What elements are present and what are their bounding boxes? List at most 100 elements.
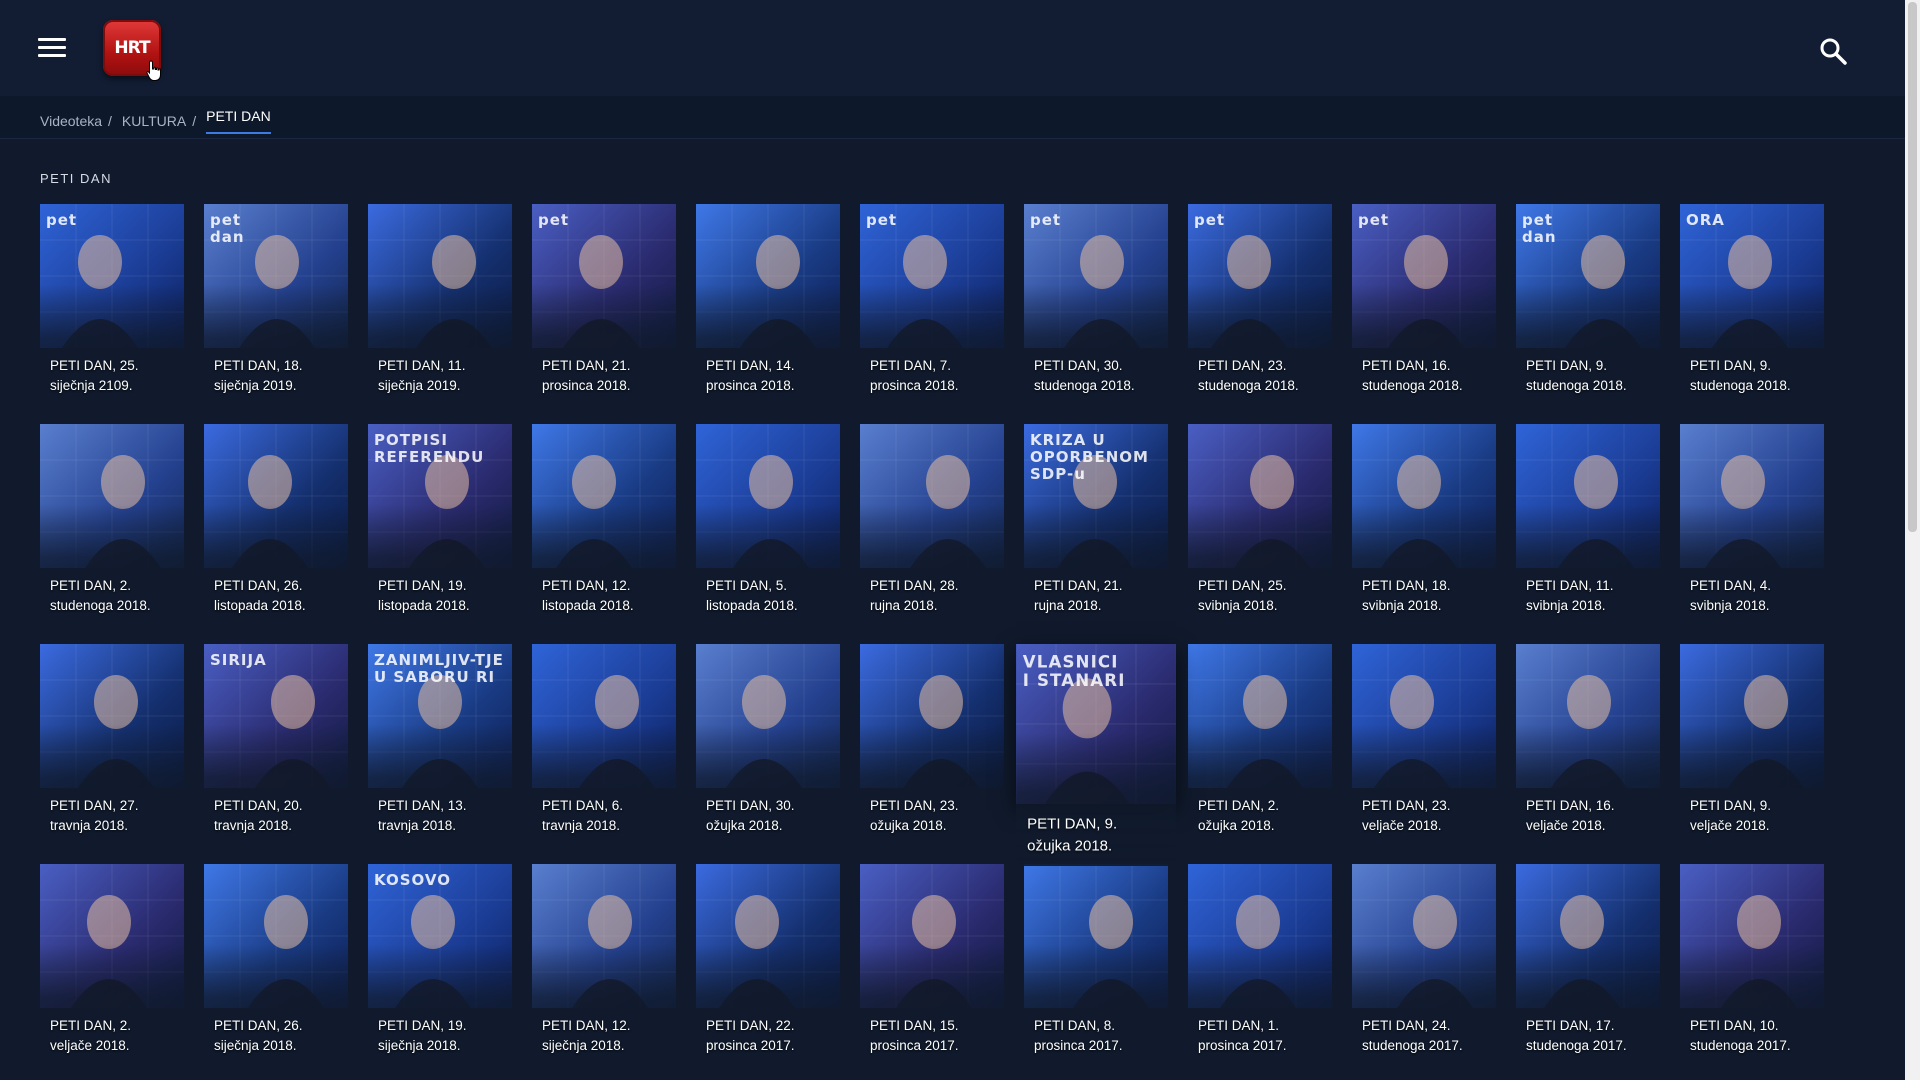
episode-title: PETI DAN, 25. siječnja 2109. [50, 356, 184, 396]
episode-title-line1: PETI DAN, 30. [706, 798, 795, 813]
episode-title: PETI DAN, 22. prosinca 2017. [706, 1016, 840, 1056]
episode-title-line1: PETI DAN, 2. [50, 578, 132, 593]
episode-card[interactable]: PETI DAN, 10. studenoga 2017. [1680, 864, 1824, 1064]
episode-card[interactable]: PETI DAN, 2. veljače 2018. [40, 864, 184, 1064]
episode-title: PETI DAN, 25. svibnja 2018. [1198, 576, 1332, 616]
episode-title-line2: travnja 2018. [214, 818, 293, 833]
episode-card[interactable]: PETI DAN, 14. prosinca 2018. [696, 204, 840, 404]
episode-card[interactable]: PETI DAN, 5. listopada 2018. [696, 424, 840, 624]
episode-card[interactable]: PETI DAN, 12. listopada 2018. [532, 424, 676, 624]
episode-title-line1: PETI DAN, 24. [1362, 1018, 1451, 1033]
episode-card[interactable]: PETI DAN, 24. studenoga 2017. [1352, 864, 1496, 1064]
episode-card[interactable]: PETI DAN, 8. prosinca 2017. [1024, 864, 1168, 1064]
episode-card[interactable]: PETI DAN, 26. siječnja 2018. [204, 864, 348, 1064]
episode-card[interactable]: PETI DAN, 25. svibnja 2018. [1188, 424, 1332, 624]
episode-card[interactable]: PETI DAN, 2. studenoga 2018. [40, 424, 184, 624]
episode-title-line1: PETI DAN, 9. [1690, 798, 1772, 813]
episode-card[interactable]: PETI DAN, 23. ožujka 2018. [860, 644, 1004, 844]
breadcrumb-separator: / [108, 113, 112, 129]
episode-card[interactable]: pet PETI DAN, 25. siječnja 2109. [40, 204, 184, 404]
episode-card[interactable]: PETI DAN, 15. prosinca 2017. [860, 864, 1004, 1064]
episode-card[interactable]: PETI DAN, 12. siječnja 2018. [532, 864, 676, 1064]
episode-card[interactable]: PETI DAN, 17. studenoga 2017. [1516, 864, 1660, 1064]
episode-card[interactable]: PETI DAN, 23. veljače 2018. [1352, 644, 1496, 844]
thumbnail-caption: ORA [1686, 212, 1820, 229]
episode-card[interactable]: PETI DAN, 26. listopada 2018. [204, 424, 348, 624]
thumbnail-caption-line: SIRIJA [210, 651, 267, 669]
episode-card[interactable]: pet PETI DAN, 7. prosinca 2018. [860, 204, 1004, 404]
thumbnail-caption: pet [1194, 212, 1328, 229]
episode-card[interactable]: VLASNICI I STANARI PETI DAN, 9. ožujka 2018… [1016, 644, 1176, 866]
episode-card[interactable]: ORA PETI DAN, 9. studenoga 2018. [1680, 204, 1824, 404]
episode-title-line2: veljače 2018. [1690, 818, 1770, 833]
thumbnail-caption: SIRIJA [210, 652, 344, 669]
episode-title: PETI DAN, 14. prosinca 2018. [706, 356, 840, 396]
episode-card[interactable]: PETI DAN, 6. travnja 2018. [532, 644, 676, 844]
episode-card[interactable]: PETI DAN, 30. ožujka 2018. [696, 644, 840, 844]
episode-title: PETI DAN, 12. listopada 2018. [542, 576, 676, 616]
episode-title-line1: PETI DAN, 17. [1526, 1018, 1615, 1033]
breadcrumb-kultura[interactable]: KULTURA [122, 113, 186, 129]
episode-card[interactable]: pet dan PETI DAN, 18. siječnja 2019. [204, 204, 348, 404]
episode-card[interactable]: pet PETI DAN, 23. studenoga 2018. [1188, 204, 1332, 404]
episode-card[interactable]: PETI DAN, 11. svibnja 2018. [1516, 424, 1660, 624]
thumbnail-caption-line: pet [1522, 211, 1554, 229]
episode-card[interactable]: PETI DAN, 16. veljače 2018. [1516, 644, 1660, 844]
episode-title-line1: PETI DAN, 14. [706, 358, 795, 373]
episode-card[interactable]: PETI DAN, 27. travnja 2018. [40, 644, 184, 844]
episode-title: PETI DAN, 1. prosinca 2017. [1198, 1016, 1332, 1056]
thumbnail-caption: pet dan [1522, 212, 1656, 246]
logo-text: HRT [114, 38, 150, 58]
episode-card[interactable]: POTPISI REFERENDU PETI DAN, 19. listopada 2… [368, 424, 512, 624]
episode-card[interactable]: KRIZA U OPORBENOM SDP-u PETI DAN, 21. rujna … [1024, 424, 1168, 624]
thumbnail-caption-line: KOSOVO [374, 871, 451, 889]
episode-card[interactable]: ZANIMLJIV-TJE U SABORU RI PETI DAN, 13. tra… [368, 644, 512, 844]
episode-title-line1: PETI DAN, 28. [870, 578, 959, 593]
episode-title-line2: studenoga 2018. [1198, 378, 1299, 393]
episode-card[interactable]: PETI DAN, 18. svibnja 2018. [1352, 424, 1496, 624]
hamburger-menu-icon[interactable] [38, 38, 66, 60]
breadcrumb-videoteka[interactable]: Videoteka [40, 113, 102, 129]
vertical-scrollbar[interactable] [1905, 0, 1920, 1080]
episode-title-line1: PETI DAN, 26. [214, 1018, 303, 1033]
thumbnail-caption-line: VLASNICI [1022, 651, 1119, 672]
episode-title: PETI DAN, 23. veljače 2018. [1362, 796, 1496, 836]
episode-title-line1: PETI DAN, 23. [1362, 798, 1451, 813]
episode-card[interactable]: KOSOVO PETI DAN, 19. siječnja 2018. [368, 864, 512, 1064]
episode-title-line2: studenoga 2018. [1034, 378, 1135, 393]
episode-title: PETI DAN, 20. travnja 2018. [214, 796, 348, 836]
episode-card[interactable]: PETI DAN, 28. rujna 2018. [860, 424, 1004, 624]
episode-card[interactable]: PETI DAN, 1. prosinca 2017. [1188, 864, 1332, 1064]
thumbnail-caption-line: pet [46, 211, 78, 229]
episode-title-line2: siječnja 2018. [378, 1038, 461, 1053]
episode-card[interactable]: PETI DAN, 4. svibnja 2018. [1680, 424, 1824, 624]
thumbnail-caption-line: KRIZA U [1030, 431, 1106, 449]
episode-card[interactable]: SIRIJA PETI DAN, 20. travnja 2018. [204, 644, 348, 844]
episode-card[interactable]: pet PETI DAN, 16. studenoga 2018. [1352, 204, 1496, 404]
episode-title-line2: studenoga 2018. [1526, 378, 1627, 393]
thumbnail-caption: pet dan [210, 212, 344, 246]
episode-card[interactable]: pet PETI DAN, 30. studenoga 2018. [1024, 204, 1168, 404]
episode-title-line2: ožujka 2018. [1027, 837, 1113, 854]
breadcrumb-separator: / [192, 113, 197, 129]
episode-card[interactable]: PETI DAN, 2. ožujka 2018. [1188, 644, 1332, 844]
episode-card[interactable]: PETI DAN, 11. siječnja 2019. [368, 204, 512, 404]
episode-title: PETI DAN, 9. ožujka 2018. [1027, 813, 1176, 857]
scrollbar-thumb[interactable] [1908, 2, 1917, 532]
episode-title-line2: listopada 2018. [706, 598, 798, 613]
search-icon[interactable] [1818, 36, 1848, 66]
episode-title-line1: PETI DAN, 8. [1034, 1018, 1116, 1033]
episode-title: PETI DAN, 19. listopada 2018. [378, 576, 512, 616]
episode-title-line2: siječnja 2109. [50, 378, 133, 393]
thumbnail-caption-line: SDP-u [1030, 465, 1086, 483]
episode-title: PETI DAN, 13. travnja 2018. [378, 796, 512, 836]
episode-title-line2: svibnja 2018. [1690, 598, 1770, 613]
thumbnail-caption: pet [866, 212, 1000, 229]
episode-card[interactable]: PETI DAN, 9. veljače 2018. [1680, 644, 1824, 844]
breadcrumb: Videoteka / KULTURA / PETI DAN [40, 108, 271, 134]
thumbnail-caption-line: I STANARI [1022, 670, 1126, 691]
thumbnail-caption-line: pet [1030, 211, 1062, 229]
episode-card[interactable]: PETI DAN, 22. prosinca 2017. [696, 864, 840, 1064]
episode-card[interactable]: pet PETI DAN, 21. prosinca 2018. [532, 204, 676, 404]
episode-card[interactable]: pet dan PETI DAN, 9. studenoga 2018. [1516, 204, 1660, 404]
